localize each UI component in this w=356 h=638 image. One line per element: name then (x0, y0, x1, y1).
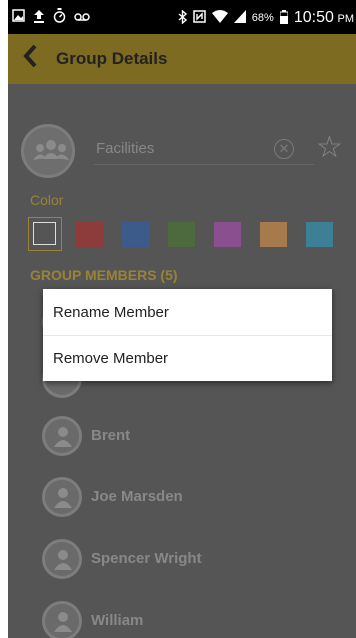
member-name: Spencer Wright (91, 550, 202, 567)
remove-member-label: Remove Member (53, 350, 169, 367)
person-icon (42, 477, 82, 517)
member-context-menu: Rename Member Remove Member (43, 289, 332, 381)
status-bar: 68% 10:50 PM (8, 0, 356, 34)
rename-member-label: Rename Member (53, 304, 169, 321)
color-swatch-orange[interactable] (260, 222, 287, 247)
app-bar: Group Details (8, 34, 356, 84)
screen: 68% 10:50 PM Group Details Facilities ✕ … (8, 0, 356, 638)
person-icon (42, 601, 82, 638)
voicemail-icon (74, 9, 90, 27)
rename-member-option[interactable]: Rename Member (43, 289, 332, 336)
member-name: William (91, 612, 144, 629)
upload-icon (33, 9, 45, 28)
member-row[interactable]: William (8, 593, 356, 638)
battery-percent: 68% (251, 12, 274, 24)
wifi-icon (211, 10, 228, 26)
page-title: Group Details (56, 49, 168, 68)
color-swatch-selected[interactable] (28, 217, 62, 251)
color-swatches (28, 217, 354, 251)
group-avatar[interactable] (21, 124, 75, 178)
nfc-icon (193, 10, 206, 26)
color-swatch-purple[interactable] (214, 222, 241, 247)
color-swatch-green[interactable] (168, 222, 195, 247)
member-name: Joe Marsden (91, 488, 183, 505)
clock: 10:50 PM (293, 9, 354, 26)
back-arrow-icon[interactable] (22, 43, 38, 75)
stopwatch-icon (53, 8, 66, 28)
star-icon[interactable]: ☆ (316, 132, 343, 164)
remove-member-option[interactable]: Remove Member (43, 335, 332, 381)
signal-icon (233, 10, 246, 26)
selected-swatch-inner (33, 222, 56, 245)
color-swatch-blue[interactable] (122, 222, 149, 247)
member-row[interactable]: Joe Marsden (8, 469, 356, 525)
battery-icon (279, 9, 289, 27)
input-underline (94, 164, 314, 165)
person-icon (42, 416, 82, 456)
group-people-icon (33, 140, 69, 160)
group-members-label: GROUP MEMBERS (5) (30, 267, 178, 283)
system-status: 68% 10:50 PM (178, 8, 354, 27)
color-swatch-teal[interactable] (306, 222, 333, 247)
group-name-input[interactable]: Facilities (96, 140, 154, 157)
clear-icon[interactable]: ✕ (274, 139, 294, 159)
member-name: Brent (91, 427, 131, 444)
member-row[interactable]: Spencer Wright (8, 531, 356, 587)
notification-icons (12, 8, 90, 28)
color-label: Color (30, 192, 64, 208)
bluetooth-icon (178, 8, 187, 27)
person-icon (42, 539, 82, 579)
gallery-icon (12, 9, 25, 27)
member-row[interactable]: Brent (8, 408, 356, 464)
color-swatch-red[interactable] (76, 222, 103, 247)
